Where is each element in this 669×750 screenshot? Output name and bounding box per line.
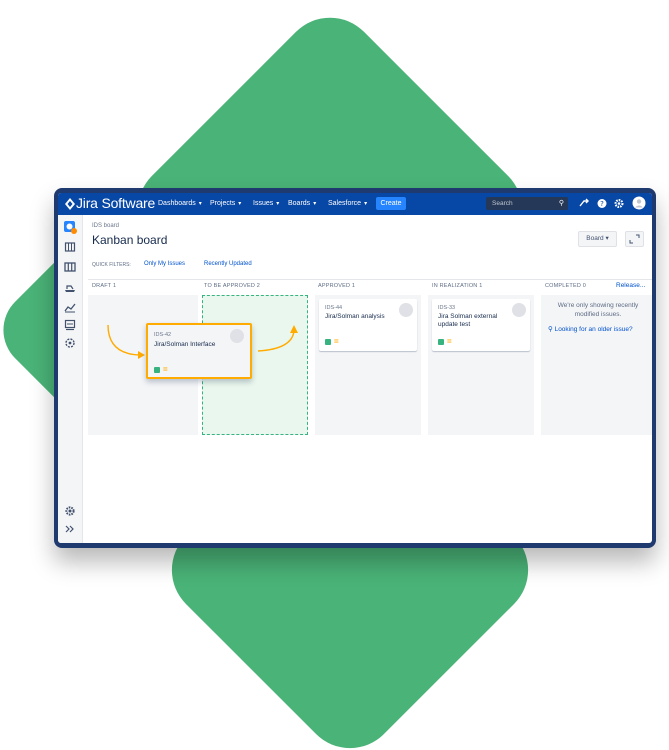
issue-summary-line1: Jira Solman external <box>438 313 498 320</box>
completed-notice-line1: We're only showing recently <box>557 302 639 309</box>
drag-path-arrows <box>107 324 298 359</box>
search-input[interactable]: Search ⚲ <box>486 197 568 210</box>
reports-icon[interactable] <box>64 301 76 313</box>
arrowhead-up <box>290 325 298 333</box>
chevron-down-icon: ▾ <box>313 201 317 207</box>
issue-card-ids-42[interactable]: IDS-42 Jira/Solman Interface = <box>146 323 252 379</box>
jira-logo-icon[interactable] <box>65 198 75 210</box>
issue-summary-line2: update test <box>438 321 471 328</box>
settings-icon[interactable] <box>613 197 625 210</box>
arrow-out-of-card <box>257 330 295 352</box>
nav-issues[interactable]: Issues ▾ <box>253 199 279 209</box>
priority-medium-icon: = <box>163 365 168 374</box>
app-name[interactable]: Jira Software <box>76 195 155 212</box>
priority-medium-icon: = <box>447 337 452 346</box>
backlog-icon[interactable] <box>64 241 76 253</box>
nav-boards[interactable]: Boards ▾ <box>288 199 316 209</box>
user-avatar-icon[interactable] <box>632 196 646 210</box>
project-settings-icon[interactable] <box>64 505 76 517</box>
chevron-down-icon: ▾ <box>238 201 242 207</box>
search-icon[interactable]: ⚲ <box>559 197 564 210</box>
board-content: IDS board Kanban board Board ▾ QUICK FIL… <box>82 215 652 543</box>
issue-summary: Jira/Solman Interface <box>154 341 216 348</box>
components-icon[interactable] <box>64 319 76 331</box>
project-sidebar <box>58 215 83 543</box>
story-icon <box>438 339 444 345</box>
chevron-down-icon: ▾ <box>364 201 368 207</box>
nav-dashboards[interactable]: Dashboards ▾ <box>158 199 202 209</box>
svg-text:?: ? <box>600 200 604 208</box>
search-icon: ⚲ <box>548 326 553 333</box>
nav-projects[interactable]: Projects ▾ <box>210 199 241 209</box>
assignee-avatar-icon <box>230 329 244 343</box>
chevron-down-icon: ▾ <box>276 201 280 207</box>
completed-notice-line2: modified issues. <box>574 311 622 318</box>
add-item-icon[interactable] <box>64 337 76 349</box>
issue-summary: Jira/Solman analysis <box>325 313 385 320</box>
issue-card-ids-44[interactable]: IDS-44 Jira/Solman analysis = <box>319 299 417 351</box>
issue-key[interactable]: IDS-44 <box>325 305 342 311</box>
arrowhead-right <box>138 351 145 359</box>
assignee-avatar-icon <box>399 303 413 317</box>
priority-medium-icon: = <box>334 337 339 346</box>
arrow-into-card <box>107 324 143 356</box>
project-avatar-icon[interactable] <box>64 221 77 234</box>
issue-key[interactable]: IDS-42 <box>154 332 171 338</box>
nav-salesforce[interactable]: Salesforce ▾ <box>328 199 367 209</box>
older-issue-link[interactable]: ⚲ Looking for an older issue? <box>548 325 633 333</box>
board-icon[interactable] <box>64 261 76 273</box>
create-button[interactable]: Create <box>376 197 406 210</box>
expand-sidebar-icon[interactable] <box>64 523 76 535</box>
issue-card-ids-33[interactable]: IDS-33 Jira Solman external update test … <box>432 299 530 351</box>
feedback-icon[interactable] <box>578 197 590 210</box>
story-icon <box>154 367 160 373</box>
assignee-avatar-icon <box>512 303 526 317</box>
story-icon <box>325 339 331 345</box>
help-icon[interactable]: ? <box>596 197 608 210</box>
jira-screen: Jira Software Dashboards ▾ Projects ▾ Issu… <box>58 193 652 543</box>
device-frame: Jira Software Dashboards ▾ Projects ▾ Issu… <box>54 188 656 548</box>
top-navigation-bar: Jira Software Dashboards ▾ Projects ▾ Issu… <box>58 193 652 215</box>
issue-key[interactable]: IDS-33 <box>438 305 455 311</box>
releases-icon[interactable] <box>64 281 76 293</box>
chevron-down-icon: ▾ <box>198 201 202 207</box>
